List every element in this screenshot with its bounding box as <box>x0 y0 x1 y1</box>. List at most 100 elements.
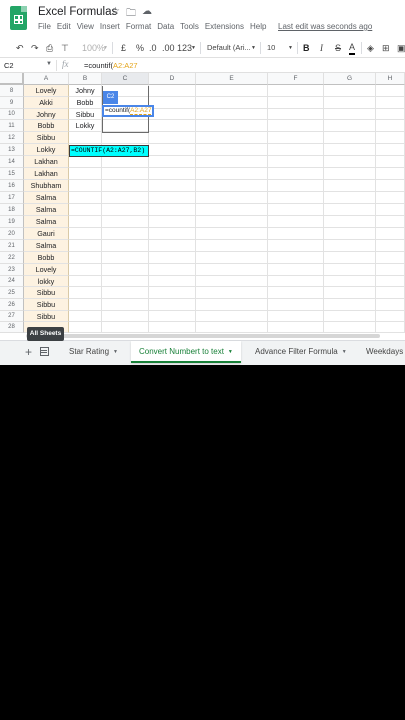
cell-a12[interactable]: Sibbu <box>24 132 69 144</box>
font-size-select[interactable]: 10 <box>267 41 275 55</box>
cell-a19[interactable]: Salma <box>24 216 69 228</box>
cell-b21[interactable] <box>69 240 102 252</box>
cell-d21[interactable] <box>149 240 196 252</box>
cell-d12[interactable] <box>149 132 196 144</box>
cell-d14[interactable] <box>149 156 196 168</box>
cell-b8[interactable]: Johny <box>69 85 102 97</box>
percent-format-button[interactable]: % <box>136 41 144 55</box>
formula-input[interactable]: =countif(A2:A27 <box>84 61 138 70</box>
cell-e21[interactable] <box>196 240 268 252</box>
cell-g28[interactable] <box>324 322 376 333</box>
row-header[interactable]: 17 <box>0 192 24 204</box>
cell-f12[interactable] <box>268 132 324 144</box>
add-sheet-icon[interactable]: + <box>25 344 32 360</box>
print-icon[interactable]: ⎙ <box>46 41 53 55</box>
row-header[interactable]: 24 <box>0 276 24 287</box>
redo-icon[interactable]: ↷ <box>31 41 39 55</box>
cell-b10[interactable]: Sibbu <box>69 109 102 120</box>
cell-a20[interactable]: Gauri <box>24 228 69 240</box>
cell-g10[interactable] <box>324 109 376 120</box>
cell-g26[interactable] <box>324 299 376 311</box>
cell-c14[interactable] <box>102 156 149 168</box>
cell-b22[interactable] <box>69 252 102 264</box>
cell-c28[interactable] <box>102 322 149 333</box>
move-folder-icon[interactable]: 🗀 <box>126 6 136 23</box>
cell-e26[interactable] <box>196 299 268 311</box>
cell-e8[interactable] <box>196 85 268 97</box>
cell-f18[interactable] <box>268 204 324 216</box>
cell-d28[interactable] <box>149 322 196 333</box>
cell-d11[interactable] <box>149 120 196 132</box>
cell-a21[interactable]: Salma <box>24 240 69 252</box>
cell-b23[interactable] <box>69 264 102 276</box>
menu-data[interactable]: Data <box>157 22 174 34</box>
cell-e14[interactable] <box>196 156 268 168</box>
column-header-f[interactable]: F <box>268 73 324 85</box>
cell-c24[interactable] <box>102 276 149 287</box>
cell-b26[interactable] <box>69 299 102 311</box>
cell-e9[interactable] <box>196 97 268 109</box>
cell-b18[interactable] <box>69 204 102 216</box>
cell-h25[interactable] <box>376 287 405 299</box>
cell-d13[interactable] <box>149 144 196 156</box>
row-header[interactable]: 19 <box>0 216 24 228</box>
cell-h10[interactable] <box>376 109 405 120</box>
cell-e24[interactable] <box>196 276 268 287</box>
cell-b28[interactable] <box>69 322 102 333</box>
cell-d15[interactable] <box>149 168 196 180</box>
cell-d17[interactable] <box>149 192 196 204</box>
cell-c26[interactable] <box>102 299 149 311</box>
cell-d26[interactable] <box>149 299 196 311</box>
tab-chevron-icon[interactable]: ▼ <box>228 349 233 355</box>
cell-h8[interactable] <box>376 85 405 97</box>
cell-g17[interactable] <box>324 192 376 204</box>
cell-f14[interactable] <box>268 156 324 168</box>
cell-a11[interactable]: Bobb <box>24 120 69 132</box>
menu-help[interactable]: Help <box>250 22 266 34</box>
row-header[interactable]: 20 <box>0 228 24 240</box>
cell-f17[interactable] <box>268 192 324 204</box>
tab-star-rating[interactable]: Star Rating ▼ <box>69 341 118 363</box>
cell-c20[interactable] <box>102 228 149 240</box>
cell-g25[interactable] <box>324 287 376 299</box>
cell-b9[interactable]: Bobb <box>69 97 102 109</box>
cell-a27[interactable]: Sibbu <box>24 311 69 322</box>
paint-format-icon[interactable]: ⊤ <box>61 41 69 55</box>
cell-g9[interactable] <box>324 97 376 109</box>
cell-c27[interactable] <box>102 311 149 322</box>
star-icon[interactable]: ☆ <box>111 6 120 17</box>
cell-a22[interactable]: Bobb <box>24 252 69 264</box>
cell-f13[interactable] <box>268 144 324 156</box>
sheets-logo-icon[interactable] <box>10 6 27 30</box>
cell-d22[interactable] <box>149 252 196 264</box>
cell-b19[interactable] <box>69 216 102 228</box>
decrease-decimal-button[interactable]: .0 <box>149 41 157 55</box>
cell-f28[interactable] <box>268 322 324 333</box>
cell-b24[interactable] <box>69 276 102 287</box>
cell-d24[interactable] <box>149 276 196 287</box>
cell-c2-editor[interactable]: =countif(A2:A27 <box>102 105 155 117</box>
cell-d23[interactable] <box>149 264 196 276</box>
cell-b14[interactable] <box>69 156 102 168</box>
currency-format-button[interactable]: £ <box>121 41 126 55</box>
cell-e23[interactable] <box>196 264 268 276</box>
cell-f15[interactable] <box>268 168 324 180</box>
tab-chevron-icon[interactable]: ▼ <box>342 349 347 355</box>
cell-g15[interactable] <box>324 168 376 180</box>
cell-h13[interactable] <box>376 144 405 156</box>
cell-h12[interactable] <box>376 132 405 144</box>
menu-edit[interactable]: Edit <box>57 22 71 34</box>
row-header[interactable]: 22 <box>0 252 24 264</box>
cell-h22[interactable] <box>376 252 405 264</box>
cell-h11[interactable] <box>376 120 405 132</box>
cell-h19[interactable] <box>376 216 405 228</box>
cell-a23[interactable]: Lovely <box>24 264 69 276</box>
cell-a15[interactable]: Lakhan <box>24 168 69 180</box>
cell-g19[interactable] <box>324 216 376 228</box>
cell-d27[interactable] <box>149 311 196 322</box>
column-header-e[interactable]: E <box>196 73 268 85</box>
cell-h23[interactable] <box>376 264 405 276</box>
row-header[interactable]: 8 <box>0 85 24 97</box>
cell-h15[interactable] <box>376 168 405 180</box>
menu-view[interactable]: View <box>77 22 94 34</box>
